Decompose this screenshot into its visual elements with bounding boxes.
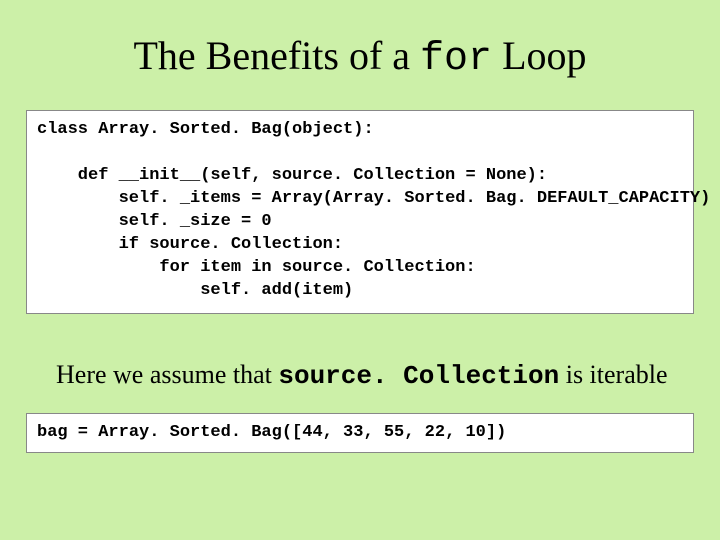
title-pre: The Benefits of a (133, 33, 420, 78)
slide: The Benefits of a for Loop class Array. … (0, 32, 720, 540)
caption-pre: Here we assume that (56, 360, 278, 389)
code-line: class Array. Sorted. Bag(object): (37, 120, 374, 139)
code-line: for item in source. Collection: (37, 257, 683, 280)
title-code: for (420, 37, 492, 82)
code-line: self. _size = 0 (37, 211, 683, 234)
caption-code: source. Collection (278, 361, 559, 391)
slide-title: The Benefits of a for Loop (0, 32, 720, 82)
code-line: self. add(item) (37, 280, 683, 303)
code-line: bag = Array. Sorted. Bag([44, 33, 55, 22… (37, 423, 506, 442)
code-line: if source. Collection: (37, 234, 683, 257)
title-post: Loop (492, 33, 586, 78)
caption-post: is iterable (559, 360, 667, 389)
code-block-usage: bag = Array. Sorted. Bag([44, 33, 55, 22… (26, 413, 694, 454)
code-line: def __init__(self, source. Collection = … (37, 165, 683, 188)
caption: Here we assume that source. Collection i… (56, 360, 720, 391)
code-line: self. _items = Array(Array. Sorted. Bag.… (37, 188, 683, 211)
code-block-main: class Array. Sorted. Bag(object): def __… (26, 110, 694, 314)
